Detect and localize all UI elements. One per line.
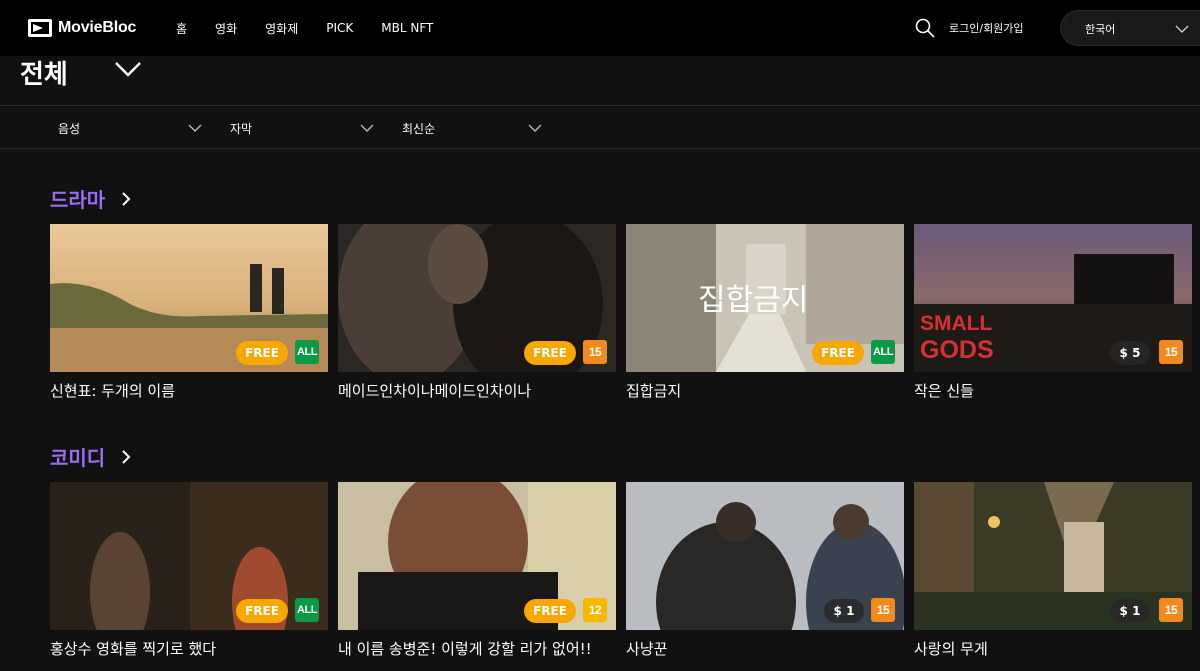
movie-card[interactable]: $ 1 15 사랑의 무게 [914,482,1192,659]
chevron-right-icon [122,191,131,206]
movie-title[interactable]: 메이드인차이나메이드인차이나 [338,380,531,401]
logo-text: MovieBloc [58,19,137,36]
price-badge: $ 5 [1110,341,1150,365]
age-rating-badge: 15 [583,340,607,364]
poster-text: 집합금지 [698,283,808,318]
nav-item-festivals[interactable]: 영화제 [265,20,298,37]
chevron-down-icon [188,124,202,132]
movie-title[interactable]: 집합금지 [626,380,681,401]
movie-card[interactable]: FREE ALL 홍상수 영화를 찍기로 했다 [50,482,328,659]
audio-filter-label: 음성 [58,122,81,136]
movie-thumbnail[interactable]: $ 1 15 [914,482,1192,630]
movie-title[interactable]: 사냥꾼 [626,638,667,659]
search-icon[interactable] [915,18,935,38]
top-navigation-bar: MovieBloc 홈 영화 영화제 PICK MBL NFT 로그인/회원가입… [0,0,1200,56]
movie-thumbnail[interactable]: SMALL GODS $ 5 15 [914,224,1192,372]
chevron-down-icon[interactable] [114,60,142,78]
login-signup-link[interactable]: 로그인/회원가입 [949,20,1024,36]
age-rating-badge: 15 [1159,598,1183,622]
main-nav: 홈 영화 영화제 PICK MBL NFT [176,0,461,56]
audio-filter-dropdown[interactable]: 음성 [58,107,204,149]
price-badge: $ 1 [824,599,864,623]
age-rating-badge: 12 [583,598,607,622]
sort-dropdown[interactable]: 최신순 [402,107,548,149]
logo-icon [28,19,52,37]
subtitle-filter-label: 자막 [230,122,253,136]
category-title[interactable]: 전체 [20,54,68,91]
language-label: 한국어 [1085,23,1116,36]
price-badge: FREE [524,341,576,365]
age-rating-badge: ALL [295,598,319,622]
age-rating-badge: 15 [1159,340,1183,364]
section-heading-comedy[interactable]: 코미디 [50,442,133,471]
price-badge: FREE [812,341,864,365]
movie-card[interactable]: FREE ALL 신현표: 두개의 이름 [50,224,328,401]
movie-thumbnail[interactable]: FREE ALL [50,224,328,372]
nav-item-pick[interactable]: PICK [326,21,353,35]
price-badge: FREE [236,599,288,623]
movie-thumbnail[interactable]: FREE ALL [50,482,328,630]
filter-bar: 음성 자막 최신순 [0,107,1200,149]
language-selector[interactable]: 한국어 [1060,10,1200,46]
age-rating-badge: ALL [871,340,895,364]
movie-thumbnail[interactable]: FREE 12 [338,482,616,630]
nav-item-movies[interactable]: 영화 [215,20,237,37]
price-badge: $ 1 [1110,599,1150,623]
age-rating-badge: 15 [871,598,895,622]
section-title: 드라마 [50,188,106,212]
section-heading-drama[interactable]: 드라마 [50,184,133,213]
movie-card[interactable]: SMALL GODS $ 5 15 작은 신들 [914,224,1192,401]
movie-card[interactable]: $ 1 15 사냥꾼 [626,482,904,659]
nav-item-home[interactable]: 홈 [176,20,187,37]
category-bar: 전체 [0,56,1200,106]
movie-card[interactable]: 집합금지 FREE ALL 집합금지 [626,224,904,401]
chevron-right-icon [122,449,131,464]
moviebloc-logo[interactable]: MovieBloc [28,16,136,40]
movie-title[interactable]: 홍상수 영화를 찍기로 했다 [50,638,216,659]
movie-title[interactable]: 신현표: 두개의 이름 [50,380,175,401]
movie-card[interactable]: FREE 12 내 이름 송병준! 이렇게 강할 리가 없어!! [338,482,616,659]
movie-thumbnail[interactable]: FREE 15 [338,224,616,372]
movie-thumbnail[interactable]: 집합금지 FREE ALL [626,224,904,372]
movie-title[interactable]: 내 이름 송병준! 이렇게 강할 리가 없어!! [338,638,592,659]
movie-title[interactable]: 사랑의 무게 [914,638,988,659]
poster-text: SMALL [920,312,992,335]
sort-label: 최신순 [402,122,436,136]
movie-card[interactable]: FREE 15 메이드인차이나메이드인차이나 [338,224,616,401]
movie-thumbnail[interactable]: $ 1 15 [626,482,904,630]
poster-text: GODS [920,336,994,364]
section-title: 코미디 [50,446,106,470]
price-badge: FREE [524,599,576,623]
price-badge: FREE [236,341,288,365]
chevron-down-icon [1175,25,1189,33]
chevron-down-icon [360,124,374,132]
subtitle-filter-dropdown[interactable]: 자막 [230,107,376,149]
chevron-down-icon [528,124,542,132]
age-rating-badge: ALL [295,340,319,364]
nav-item-mbl-nft[interactable]: MBL NFT [381,21,433,35]
movie-title[interactable]: 작은 신들 [914,380,974,401]
